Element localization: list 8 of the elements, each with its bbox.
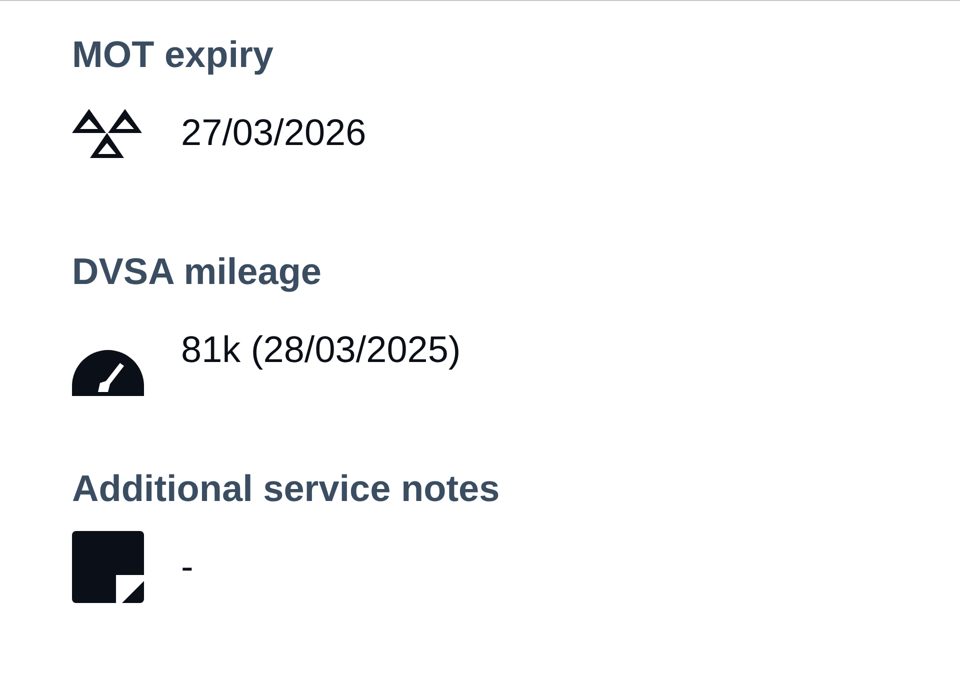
- speedometer-icon: [72, 350, 144, 396]
- field-value: 81k (28/03/2025): [181, 329, 461, 371]
- section-heading: MOT expiry: [72, 33, 274, 77]
- field-value: -: [181, 546, 194, 588]
- field-value: 27/03/2026: [181, 112, 366, 154]
- section-heading: Additional service notes: [72, 467, 501, 511]
- section-heading: DVSA mileage: [72, 250, 322, 294]
- note-icon: [72, 531, 144, 603]
